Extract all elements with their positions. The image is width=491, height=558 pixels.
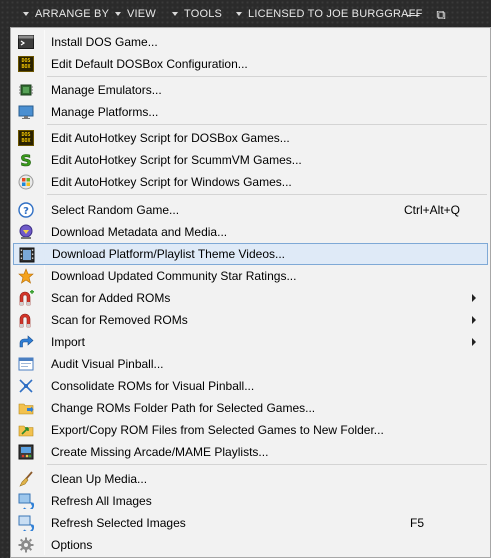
magnet-add-icon	[17, 289, 35, 307]
magnet-remove-icon	[17, 311, 35, 329]
menu-item-label: Download Metadata and Media...	[51, 225, 228, 239]
menu-item-download-star-ratings[interactable]: Download Updated Community Star Ratings.…	[13, 265, 488, 287]
tools-label: TOOLS	[184, 8, 223, 20]
menu-item-label: Install DOS Game...	[51, 35, 158, 49]
menu-item-options[interactable]: Options	[13, 534, 488, 556]
terminal-icon	[17, 33, 35, 51]
menu-item-label: Scan for Added ROMs	[51, 291, 171, 305]
menu-item-label: Options	[51, 538, 93, 552]
monitor-icon	[17, 103, 35, 121]
menu-item-label: Edit Default DOSBox Configuration...	[51, 57, 248, 71]
menu-item-label: Refresh All Images	[51, 494, 152, 508]
window-icon	[17, 355, 35, 373]
dosbox-icon: DOS BOX	[17, 129, 35, 147]
star-icon	[17, 267, 35, 285]
download-icon	[17, 223, 35, 241]
shortcut-text: Ctrl+Alt+Q	[403, 203, 460, 217]
minimize-icon: —	[406, 6, 420, 22]
chip-icon	[17, 81, 35, 99]
menu-item-label: Manage Emulators...	[51, 83, 162, 97]
arrange-by-label: ARRANGE BY	[35, 8, 110, 20]
film-icon	[18, 246, 36, 264]
svg-text:S: S	[20, 152, 32, 168]
folder-path-icon	[17, 399, 35, 417]
top-menu-bar: ARRANGE BY VIEW TOOLS LICENSED TO JOE BU…	[0, 0, 491, 28]
menu-separator	[47, 76, 487, 77]
caret-down-icon	[236, 12, 242, 16]
menu-item-audit-visual-pinball[interactable]: Audit Visual Pinball...	[13, 353, 488, 375]
submenu-arrow-icon	[472, 338, 476, 346]
restore-icon: ⧉	[436, 6, 446, 22]
menu-item-import[interactable]: Import	[13, 331, 488, 353]
menu-item-download-theme-videos[interactable]: Download Platform/Playlist Theme Videos.…	[13, 243, 488, 265]
menu-item-label: Edit AutoHotkey Script for Windows Games…	[51, 175, 292, 189]
menu-item-select-random-game[interactable]: ? Select Random Game... Ctrl+Alt+Q	[13, 199, 488, 221]
menu-item-label: Select Random Game...	[51, 203, 180, 217]
gear-icon	[17, 536, 35, 554]
dosbox-icon: DOS BOX	[17, 55, 35, 73]
export-folder-icon	[17, 421, 35, 439]
menu-item-label: Change ROMs Folder Path for Selected Gam…	[51, 401, 316, 415]
menu-item-label: Manage Platforms...	[51, 105, 159, 119]
import-arrow-icon	[17, 333, 35, 351]
menu-item-install-dos-game[interactable]: Install DOS Game...	[13, 31, 488, 53]
menu-item-scan-added-roms[interactable]: Scan for Added ROMs	[13, 287, 488, 309]
menu-item-label: Edit AutoHotkey Script for DOSBox Games.…	[51, 131, 290, 145]
consolidate-icon	[17, 377, 35, 395]
submenu-arrow-icon	[472, 316, 476, 324]
menu-item-label: Create Missing Arcade/MAME Playlists...	[51, 445, 269, 459]
refresh-images-icon	[17, 492, 35, 510]
menu-item-label: Download Platform/Playlist Theme Videos.…	[52, 247, 285, 261]
license-menu[interactable]: LICENSED TO JOE BURGGRAFF	[236, 0, 423, 28]
tools-menu[interactable]: TOOLS	[172, 0, 222, 28]
windows-icon	[17, 173, 35, 191]
menu-item-label: Scan for Removed ROMs	[51, 313, 188, 327]
shortcut-text: F5	[409, 516, 424, 530]
question-icon: ?	[17, 201, 35, 219]
refresh-selected-icon	[17, 514, 35, 532]
view-label: VIEW	[127, 8, 156, 20]
arrange-by-menu[interactable]: ARRANGE BY	[23, 0, 109, 28]
menu-item-label: Edit AutoHotkey Script for ScummVM Games…	[51, 153, 302, 167]
menu-item-create-arcade-playlists[interactable]: Create Missing Arcade/MAME Playlists...	[13, 441, 488, 463]
menu-item-manage-emulators[interactable]: Manage Emulators...	[13, 79, 488, 101]
menu-item-label: Refresh Selected Images	[51, 516, 186, 530]
license-label: LICENSED TO JOE BURGGRAFF	[248, 8, 423, 20]
menu-item-label: Consolidate ROMs for Visual Pinball...	[51, 379, 255, 393]
menu-item-download-metadata[interactable]: Download Metadata and Media...	[13, 221, 488, 243]
menu-item-export-copy-roms[interactable]: Export/Copy ROM Files from Selected Game…	[13, 419, 488, 441]
caret-down-icon	[115, 12, 121, 16]
menu-item-consolidate-roms[interactable]: Consolidate ROMs for Visual Pinball...	[13, 375, 488, 397]
tools-dropdown-menu: Install DOS Game... DOS BOX Edit Default …	[10, 27, 491, 558]
menu-item-refresh-selected-images[interactable]: Refresh Selected Images F5	[13, 512, 488, 534]
menu-separator	[47, 124, 487, 125]
menu-separator	[47, 464, 487, 465]
menu-item-clean-up-media[interactable]: Clean Up Media...	[13, 468, 488, 490]
menu-item-ahk-dosbox[interactable]: DOS BOX Edit AutoHotkey Script for DOSBox…	[13, 127, 488, 149]
menu-item-change-roms-folder[interactable]: Change ROMs Folder Path for Selected Gam…	[13, 397, 488, 419]
minimize-button[interactable]: —	[405, 6, 421, 22]
caret-down-icon	[23, 12, 29, 16]
menu-separator	[47, 194, 487, 195]
menu-item-label: Clean Up Media...	[51, 472, 148, 486]
caret-down-icon	[172, 12, 178, 16]
menu-item-refresh-all-images[interactable]: Refresh All Images	[13, 490, 488, 512]
menu-item-label: Import	[51, 335, 86, 349]
restore-button[interactable]: ⧉	[433, 6, 449, 22]
menu-item-label: Download Updated Community Star Ratings.…	[51, 269, 297, 283]
svg-text:?: ?	[23, 206, 29, 217]
menu-item-edit-dosbox-config[interactable]: DOS BOX Edit Default DOSBox Configuration…	[13, 53, 488, 75]
menu-item-ahk-scummvm[interactable]: S Edit AutoHotkey Script for ScummVM Gam…	[13, 149, 488, 171]
submenu-arrow-icon	[472, 294, 476, 302]
menu-item-ahk-windows[interactable]: Edit AutoHotkey Script for Windows Games…	[13, 171, 488, 193]
broom-icon	[17, 470, 35, 488]
menu-item-scan-removed-roms[interactable]: Scan for Removed ROMs	[13, 309, 488, 331]
scummvm-icon: S	[17, 151, 35, 169]
menu-item-label: Export/Copy ROM Files from Selected Game…	[51, 423, 384, 437]
menu-item-label: Audit Visual Pinball...	[51, 357, 164, 371]
arcade-icon	[17, 443, 35, 461]
menu-item-manage-platforms[interactable]: Manage Platforms...	[13, 101, 488, 123]
view-menu[interactable]: VIEW	[115, 0, 156, 28]
